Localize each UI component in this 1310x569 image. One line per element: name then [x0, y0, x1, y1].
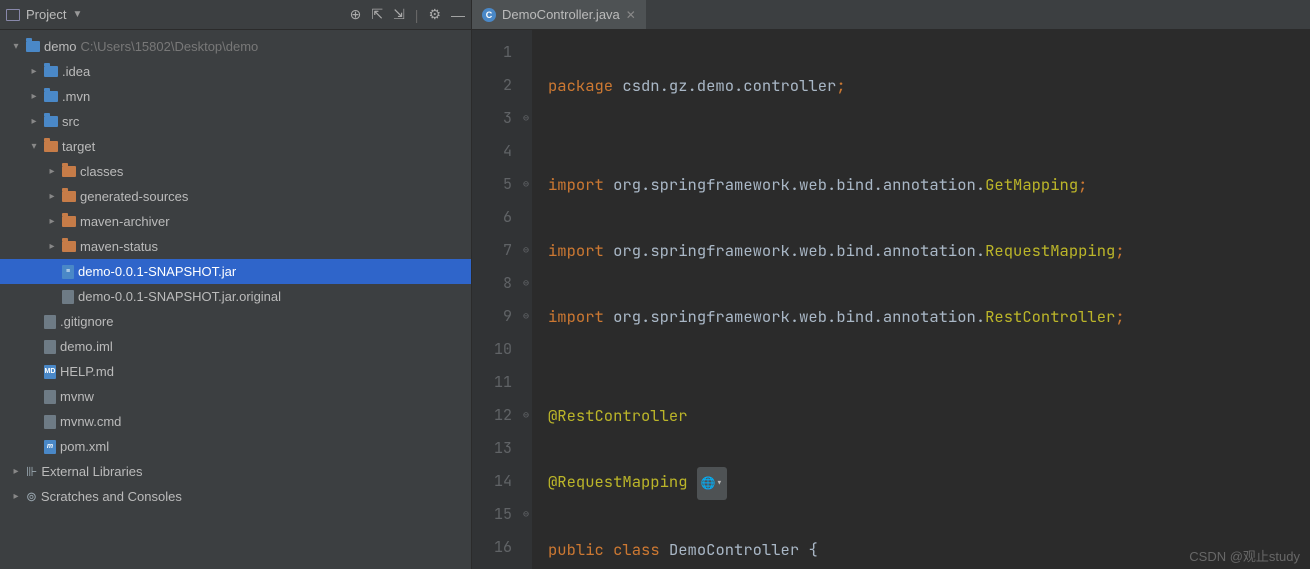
tab-democontroller[interactable]: C DemoController.java ✕ — [472, 0, 646, 29]
select-opened-file-icon[interactable]: ⊕ — [350, 6, 362, 23]
project-icon — [6, 9, 20, 21]
tree-node-demo[interactable]: ▾demo C:\Users\15802\Desktop\demo — [0, 34, 471, 59]
tree-node-help-md[interactable]: MDHELP.md — [0, 359, 471, 384]
tree-node-target[interactable]: ▾target — [0, 134, 471, 159]
lib-icon: ⊪ — [26, 464, 37, 480]
tree-node-src[interactable]: ▸src — [0, 109, 471, 134]
xml-icon: m — [44, 440, 56, 454]
hide-icon[interactable]: — — [451, 7, 465, 23]
tree-node-external-libraries[interactable]: ▸⊪External Libraries — [0, 459, 471, 484]
sidebar-title-text: Project — [26, 7, 66, 22]
tree-node-mvnw[interactable]: mvnw — [0, 384, 471, 409]
tree-node-generated-sources[interactable]: ▸generated-sources — [0, 184, 471, 209]
file-icon — [44, 340, 56, 354]
tree-node-demo-0-0-1-snapshot-jar-original[interactable]: demo-0.0.1-SNAPSHOT.jar.original — [0, 284, 471, 309]
archive-icon: ≡ — [62, 265, 74, 279]
chevron-down-icon: ▼ — [72, 9, 82, 20]
java-class-icon: C — [482, 8, 496, 22]
close-icon[interactable]: ✕ — [626, 8, 636, 22]
gear-icon[interactable]: ⚙ — [428, 6, 441, 23]
tree-node--gitignore[interactable]: .gitignore — [0, 309, 471, 334]
code-content[interactable]: package csdn.gz.demo.controller; import … — [532, 30, 1310, 569]
folder-orange-icon — [62, 216, 76, 227]
tree-node-demo-0-0-1-snapshot-jar[interactable]: ≡demo-0.0.1-SNAPSHOT.jar — [0, 259, 471, 284]
tree-node-demo-iml[interactable]: demo.iml — [0, 334, 471, 359]
tree-node-scratches-and-consoles[interactable]: ▸⊚Scratches and Consoles — [0, 484, 471, 509]
tree-node--mvn[interactable]: ▸.mvn — [0, 84, 471, 109]
editor-tabs: C DemoController.java ✕ — [472, 0, 1310, 30]
watermark: CSDN @观止study — [1189, 546, 1300, 565]
md-icon: MD — [44, 365, 56, 379]
file-icon — [62, 290, 74, 304]
file-icon — [44, 390, 56, 404]
editor-area: C DemoController.java ✕ 1234567891011121… — [472, 0, 1310, 569]
tree-node--idea[interactable]: ▸.idea — [0, 59, 471, 84]
folder-blue-icon — [44, 116, 58, 127]
folder-orange-icon — [62, 241, 76, 252]
code-editor[interactable]: 12345678910111213141516 ⊖⊖⊖⊖⊖⊖⊖ package … — [472, 30, 1310, 569]
folder-orange-icon — [62, 191, 76, 202]
file-icon — [44, 315, 56, 329]
project-sidebar: Project ▼ ⊕ ⇱ ⇲ | ⚙ — ▾demo C:\Users\158… — [0, 0, 472, 569]
file-icon — [44, 415, 56, 429]
line-gutter: 12345678910111213141516 — [472, 30, 520, 569]
project-tree[interactable]: ▾demo C:\Users\15802\Desktop\demo▸.idea▸… — [0, 30, 471, 569]
collapse-all-icon[interactable]: ⇲ — [393, 6, 405, 23]
tree-node-maven-archiver[interactable]: ▸maven-archiver — [0, 209, 471, 234]
expand-all-icon[interactable]: ⇱ — [371, 6, 383, 23]
tree-node-mvnw-cmd[interactable]: mvnw.cmd — [0, 409, 471, 434]
folder-orange-icon — [62, 166, 76, 177]
fold-column: ⊖⊖⊖⊖⊖⊖⊖ — [520, 30, 532, 569]
tree-node-classes[interactable]: ▸classes — [0, 159, 471, 184]
folder-blue-icon — [44, 91, 58, 102]
url-mapping-badge[interactable]: 🌐▾ — [697, 467, 727, 500]
folder-blue-icon — [26, 41, 40, 52]
scratch-icon: ⊚ — [26, 489, 37, 505]
project-tool-label[interactable]: Project ▼ — [6, 7, 82, 22]
tree-node-maven-status[interactable]: ▸maven-status — [0, 234, 471, 259]
folder-blue-icon — [44, 66, 58, 77]
tab-label: DemoController.java — [502, 7, 620, 22]
sidebar-header: Project ▼ ⊕ ⇱ ⇲ | ⚙ — — [0, 0, 471, 30]
tree-node-pom-xml[interactable]: mpom.xml — [0, 434, 471, 459]
folder-orange-icon — [44, 141, 58, 152]
